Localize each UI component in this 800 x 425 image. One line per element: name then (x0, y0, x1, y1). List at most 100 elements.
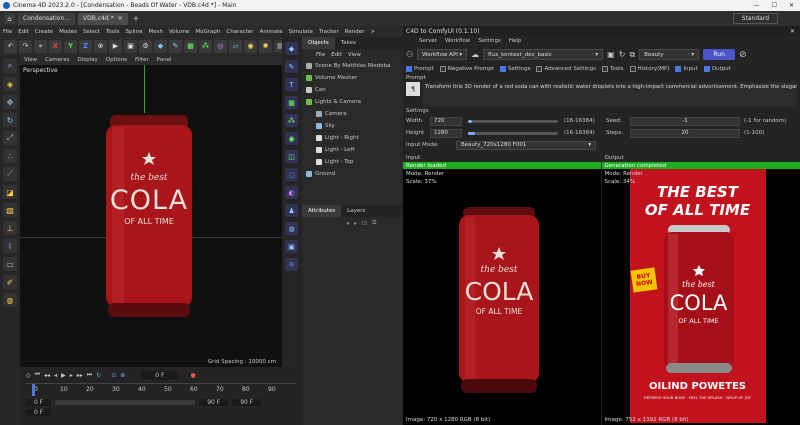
comfy-menu-server[interactable]: Server (419, 38, 437, 44)
autokey-icon[interactable]: ⊛ (120, 372, 125, 379)
playhead[interactable] (32, 384, 35, 396)
object-list-item[interactable]: Lights & Camera (302, 96, 403, 108)
range-start-min-field[interactable]: 0 F (26, 408, 52, 416)
record-icon[interactable]: ● (190, 372, 195, 379)
play-icon[interactable]: ▶ (61, 372, 66, 379)
section-toggle[interactable]: Advanced Settings (536, 65, 596, 72)
section-toggle[interactable]: Output (703, 65, 731, 72)
viewport-menu-display[interactable]: Display (74, 57, 102, 63)
menu-render[interactable]: Render (342, 29, 368, 35)
close-button[interactable]: ✕ (789, 2, 794, 9)
coordinate-system-icon[interactable]: ⊕ (94, 39, 107, 53)
add-tab-icon[interactable]: + (133, 14, 140, 23)
tab-attributes[interactable]: Attributes (302, 205, 342, 217)
refresh-icon[interactable]: ↻ (619, 50, 626, 59)
menu-mograph[interactable]: MoGraph (192, 29, 223, 35)
tab-objects[interactable]: Objects (302, 37, 335, 49)
prompt-textarea[interactable]: Transform this 3D render of a red soda c… (423, 82, 797, 107)
cloud-icon[interactable]: ☁ (471, 50, 479, 59)
back-icon[interactable]: ◂ (346, 220, 349, 227)
new-window-icon[interactable]: ⧉ (372, 219, 376, 227)
3d-viewport[interactable]: Perspective the best COLA OF ALL TIME Gr… (20, 65, 282, 367)
floor-icon[interactable]: ▱ (229, 39, 242, 53)
comfy-menu-settings[interactable]: Settings (478, 38, 501, 44)
polygons-mode-icon[interactable]: ◪ (3, 185, 17, 199)
volume-icon[interactable]: ◫ (285, 150, 298, 163)
paint-icon[interactable]: ✐ (3, 275, 17, 289)
panel-close-icon[interactable]: ✕ (790, 28, 800, 35)
viewport-menu-cameras[interactable]: Cameras (41, 57, 73, 63)
points-mode-icon[interactable]: ∴ (3, 149, 17, 163)
object-list-item[interactable]: Ground (302, 168, 403, 180)
tab-takes[interactable]: Takes (335, 37, 362, 49)
loop-icon[interactable]: ↻ (96, 372, 101, 379)
z-axis-toggle[interactable]: Z (79, 39, 92, 53)
keyframe-icon[interactable]: ◇ (26, 372, 31, 379)
height-input[interactable]: 1280 (430, 128, 462, 138)
range-start-field[interactable]: 0 F (26, 398, 52, 406)
range-end-field[interactable]: 90 F (199, 398, 229, 406)
comfy-menu-help[interactable]: Help (509, 38, 522, 44)
redo-icon[interactable]: ↷ (19, 39, 32, 53)
object-list-item[interactable]: Can (302, 84, 403, 96)
live-selection-icon[interactable]: ⌖ (34, 39, 47, 53)
uv-mode-icon[interactable]: ▧ (3, 203, 17, 217)
field-icon[interactable]: ◌ (285, 168, 298, 181)
tab-vdb[interactable]: VDB.c4d * ✕ (77, 12, 128, 25)
camera-icon[interactable]: ▣ (285, 240, 298, 253)
tab-layers[interactable]: Layers (341, 205, 371, 217)
output-image[interactable]: Mode: Render Scale: 34% THE BEST OF ALL … (601, 169, 800, 425)
menu-more[interactable]: > (367, 29, 378, 35)
save-icon[interactable]: ▣ (607, 50, 615, 59)
model-mode-icon[interactable]: ◈ (3, 77, 17, 91)
scale-icon[interactable]: ⤢ (3, 131, 17, 145)
range-end-max-field[interactable]: 90 F (232, 398, 262, 406)
maximize-button[interactable]: ☐ (772, 2, 777, 9)
section-toggle[interactable]: Settings (499, 65, 530, 72)
menu-tracker[interactable]: Tracker (316, 29, 342, 35)
output-mode-select[interactable]: Beauty ▾ (639, 49, 700, 60)
undo-icon[interactable]: ↶ (4, 39, 17, 53)
section-toggle[interactable]: Tools (601, 65, 624, 72)
home-icon[interactable]: ⌂ (4, 13, 15, 24)
height-slider[interactable] (468, 131, 558, 135)
menu-file[interactable]: File (0, 29, 15, 35)
viewport-menu-filter[interactable]: Filter (131, 57, 153, 63)
menu-mesh[interactable]: Mesh (145, 29, 165, 35)
go-to-start-icon[interactable]: ⏮ (35, 371, 40, 379)
forward-icon[interactable]: ▸ (354, 220, 357, 227)
comfy-menu-workflow[interactable]: Workflow (445, 38, 470, 44)
search-icon[interactable]: ⌕ (3, 59, 17, 73)
workflow-source-select[interactable]: Workflow API ▾ (417, 49, 468, 60)
workplane-icon[interactable]: ▭ (3, 257, 17, 271)
section-toggle[interactable]: Prompt (406, 65, 434, 72)
y-axis-toggle[interactable]: Y (64, 39, 77, 53)
workflow-file-select[interactable]: flux_kontext_dev_basic ▾ (483, 49, 604, 60)
layout-selector[interactable]: Standard (732, 13, 778, 24)
range-slider[interactable] (55, 399, 196, 405)
spline-pen-icon[interactable]: ✎ (285, 60, 298, 73)
stop-icon[interactable]: ⊘ (739, 50, 747, 60)
next-key-icon[interactable]: ▸▸ (77, 372, 83, 379)
object-list-item[interactable]: Light - Left (302, 144, 403, 156)
array-icon[interactable]: ⁂ (199, 39, 212, 53)
menu-simulate[interactable]: Simulate (286, 29, 316, 35)
section-toggle[interactable]: History(MP) (629, 65, 669, 72)
width-input[interactable]: 720 (430, 116, 462, 126)
steps-input[interactable]: 20 (630, 128, 740, 138)
timeline-ruler[interactable]: 0 10 20 30 40 50 60 70 80 90 (26, 383, 296, 397)
record-key-icon[interactable]: ⊙ (111, 372, 116, 379)
x-axis-toggle[interactable]: X (49, 39, 62, 53)
render-picture-icon[interactable]: ▣ (124, 39, 137, 53)
environment-icon[interactable]: ◍ (285, 222, 298, 235)
menu-animate[interactable]: Animate (257, 29, 286, 35)
cube-icon[interactable]: ◆ (154, 39, 167, 53)
generator-icon[interactable]: ▦ (285, 96, 298, 109)
objects-menu-edit[interactable]: Edit (331, 52, 342, 58)
menu-edit[interactable]: Edit (15, 29, 32, 35)
edges-mode-icon[interactable]: ⟋ (3, 167, 17, 181)
seed-input[interactable]: -1 (630, 116, 740, 126)
render-view-icon[interactable]: ▶ (109, 39, 122, 53)
cloner-icon[interactable]: ⁂ (285, 114, 298, 127)
pen-icon[interactable]: ✎ (169, 39, 182, 53)
